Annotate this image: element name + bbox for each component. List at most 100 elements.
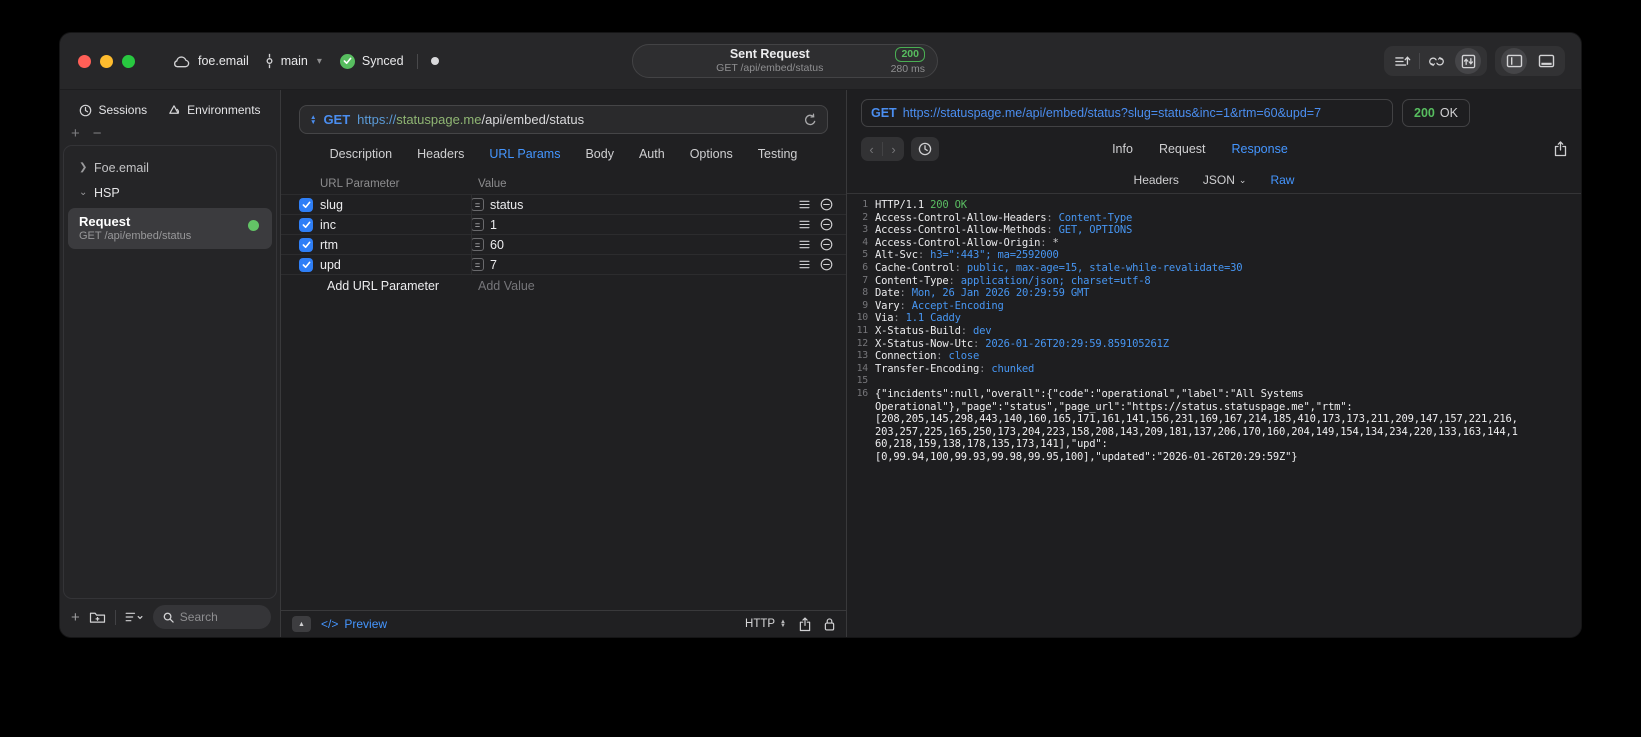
param-checkbox[interactable] <box>299 257 313 272</box>
param-name[interactable]: inc <box>320 218 471 232</box>
close-window-button[interactable] <box>78 55 91 68</box>
history-back-button[interactable]: ‹ <box>861 142 882 157</box>
project-name[interactable]: foe.email <box>198 54 249 68</box>
add-param-placeholder[interactable]: Add URL Parameter <box>327 279 478 293</box>
request-url[interactable]: https://statuspage.me/api/embed/status <box>357 112 584 127</box>
tree-group-hsp[interactable]: ⌄ HSP <box>64 180 276 205</box>
remove-row-icon[interactable] <box>820 218 833 231</box>
param-row: rtm = 60 <box>281 235 846 255</box>
request-url-bar[interactable]: ▲ ▼ GET https://statuspage.me/api/embed/s… <box>299 105 828 134</box>
tab-body[interactable]: Body <box>585 147 614 161</box>
protocol-selector-icon[interactable]: ▲ ▼ <box>780 619 786 629</box>
tab-response[interactable]: Response <box>1232 142 1288 156</box>
response-body-line: [208,205,145,298,443,140,160,165,171,161… <box>847 413 1581 426</box>
tab-options[interactable]: Options <box>690 147 733 161</box>
header-value: Content-Type <box>1058 211 1133 224</box>
param-name[interactable]: upd <box>320 258 471 272</box>
response-header-line: 10 Via: 1.1 Caddy <box>847 312 1581 325</box>
chevron-down-icon[interactable]: ▾ <box>317 56 322 67</box>
line-number <box>847 438 875 451</box>
export-response-icon[interactable] <box>1554 141 1567 157</box>
request-item-selected[interactable]: Request GET /api/embed/status <box>68 208 272 249</box>
param-name[interactable]: rtm <box>320 238 471 252</box>
method-selector-icon[interactable]: ▲ ▼ <box>310 114 316 126</box>
zoom-window-button[interactable] <box>122 55 135 68</box>
sync-status[interactable]: Synced <box>362 54 404 68</box>
expand-panel-icon[interactable]: ▲ <box>292 616 311 632</box>
sort-list-icon[interactable] <box>125 611 144 623</box>
sent-request-url[interactable]: GET https://statuspage.me/api/embed/stat… <box>861 99 1393 127</box>
view-tab-headers[interactable]: Headers <box>1134 173 1179 187</box>
tab-headers[interactable]: Headers <box>417 147 464 161</box>
protocol-selector[interactable]: HTTP <box>745 618 775 630</box>
tab-testing[interactable]: Testing <box>758 147 798 161</box>
sync-loop-icon[interactable] <box>1420 46 1452 76</box>
param-value[interactable]: status <box>490 198 799 212</box>
param-checkbox[interactable] <box>299 237 313 252</box>
response-header-line: 12 X-Status-Now-Utc: 2026-01-26T20:29:59.… <box>847 338 1581 351</box>
sent-request-subtitle: GET /api/embed/status <box>716 62 824 75</box>
request-method[interactable]: GET <box>323 112 350 127</box>
param-checkbox[interactable] <box>299 197 313 212</box>
minimize-window-button[interactable] <box>100 55 113 68</box>
add-param-row[interactable]: Add URL Parameter Add Value <box>281 275 846 297</box>
format-lines-icon[interactable] <box>799 200 810 209</box>
tree-group-foe-email[interactable]: ❯ Foe.email <box>64 155 276 180</box>
remove-row-icon[interactable] <box>820 198 833 211</box>
tab-url-params[interactable]: URL Params <box>489 147 560 161</box>
line-number: 15 <box>856 375 869 387</box>
response-viewer: GET https://statuspage.me/api/embed/stat… <box>847 90 1581 637</box>
preview-button[interactable]: </> Preview <box>321 617 387 631</box>
format-lines-icon[interactable] <box>799 260 810 269</box>
add-value-placeholder[interactable]: Add Value <box>478 279 846 293</box>
line-number: 9 <box>862 299 868 311</box>
header-value: h3=":443"; ma=2592000 <box>930 249 1059 262</box>
response-code[interactable]: 1 HTTP/1.1 200 OK 2 Access-Control-Allow-He… <box>847 194 1581 637</box>
request-tabs: Description Headers URL Params Body Auth Opti… <box>281 134 846 174</box>
remove-row-icon[interactable] <box>820 258 833 271</box>
environments-icon <box>167 104 181 117</box>
search-placeholder: Search <box>179 610 218 624</box>
tab-sessions[interactable]: Sessions <box>79 103 147 117</box>
history-forward-button[interactable]: › <box>883 142 904 157</box>
param-name[interactable]: slug <box>320 198 471 212</box>
body-text: [0,99.94,100,99.93,99.98,99.95,100],"upd… <box>875 450 1298 463</box>
history-clock-button[interactable] <box>911 137 939 161</box>
header-value: 1.1 Caddy <box>905 312 961 325</box>
search-input[interactable]: Search <box>152 605 271 629</box>
param-value[interactable]: 7 <box>490 258 799 272</box>
view-tab-json[interactable]: JSON ⌄ <box>1203 173 1247 187</box>
import-export-icon[interactable] <box>1452 46 1484 76</box>
response-body-line: 203,257,225,165,250,173,204,223,158,208,… <box>847 426 1581 439</box>
tab-request[interactable]: Request <box>1159 142 1206 156</box>
url-params-table: URL Parameter Value slug = status inc = 1 rtm =… <box>281 174 846 297</box>
format-lines-icon[interactable] <box>799 220 810 229</box>
share-icon[interactable] <box>799 616 811 632</box>
response-header-line: 2 Access-Control-Allow-Headers: Content-T… <box>847 212 1581 225</box>
tab-description[interactable]: Description <box>330 147 393 161</box>
new-folder-icon[interactable] <box>89 610 106 624</box>
param-value[interactable]: 60 <box>490 238 799 252</box>
lock-icon[interactable] <box>824 617 835 631</box>
status-code: 200 <box>1414 106 1435 120</box>
sent-request-pill[interactable]: Sent Request GET /api/embed/status 200 2… <box>632 44 938 78</box>
branch-name[interactable]: main <box>281 54 308 68</box>
tab-info[interactable]: Info <box>1112 142 1133 156</box>
tab-environments[interactable]: Environments <box>167 103 261 117</box>
remove-row-icon[interactable] <box>820 238 833 251</box>
header-name: X-Status-Now-Utc <box>875 337 973 350</box>
add-request-button[interactable]: + <box>71 609 80 626</box>
toggle-sidebar-icon[interactable] <box>1498 46 1530 76</box>
tab-auth[interactable]: Auth <box>639 147 665 161</box>
sidebar: Sessions Environments + − ❯ Foe.email ⌄ … <box>60 90 281 637</box>
resend-request-icon[interactable] <box>804 113 817 127</box>
param-checkbox[interactable] <box>299 217 313 232</box>
param-value[interactable]: 1 <box>490 218 799 232</box>
line-number: 12 <box>856 337 869 349</box>
header-separator: : <box>954 261 967 274</box>
format-lines-icon[interactable] <box>799 240 810 249</box>
app-window: foe.email main ▾ Synced Sent Request GET… <box>60 33 1581 637</box>
request-list-icon[interactable] <box>1387 46 1419 76</box>
view-tab-raw[interactable]: Raw <box>1270 173 1294 187</box>
toggle-bottom-panel-icon[interactable] <box>1530 46 1562 76</box>
